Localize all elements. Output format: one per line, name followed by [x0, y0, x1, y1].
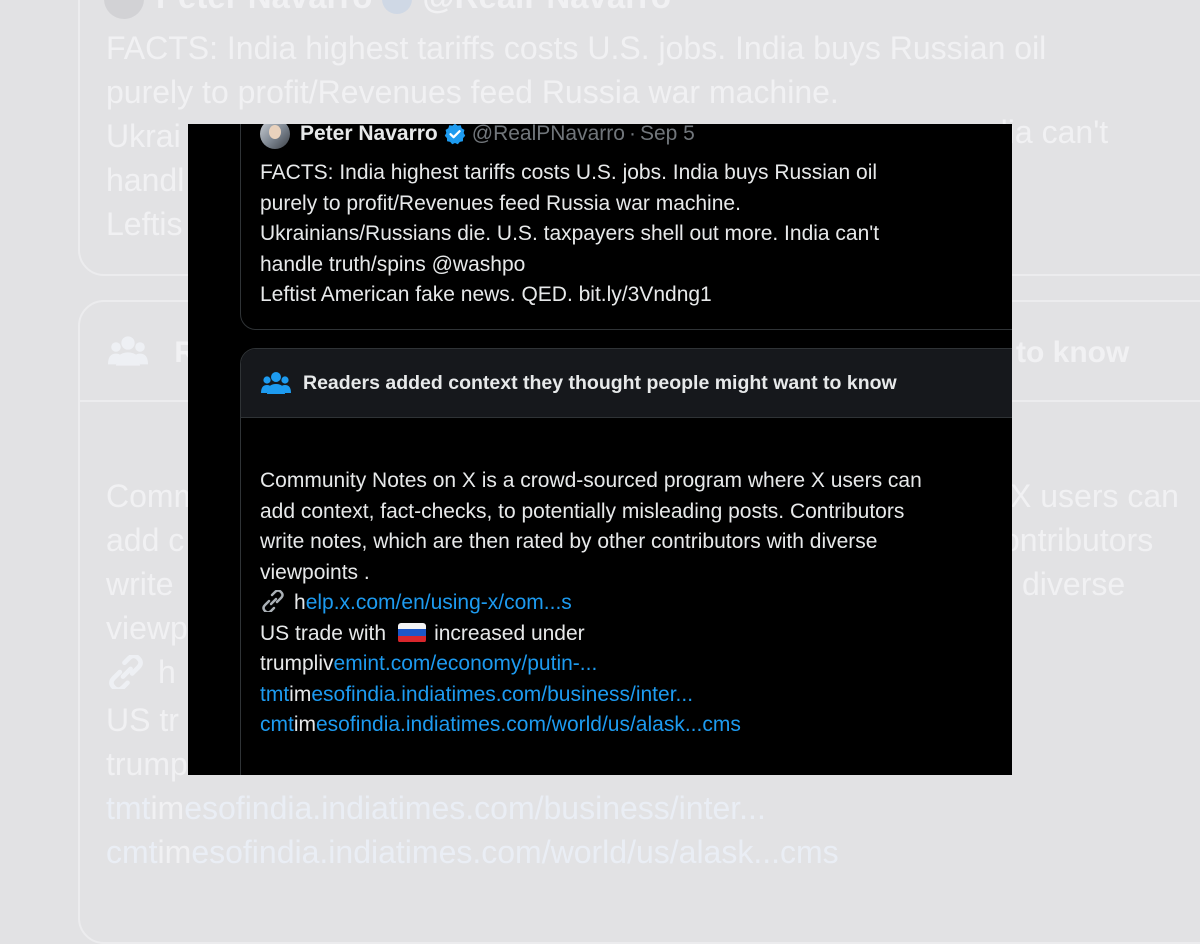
note-line-5-prefix-b: im — [293, 713, 316, 736]
note-line-4-prefix-b: im — [289, 682, 312, 706]
background-avatar — [104, 0, 144, 20]
background-line4-prefix-a: tmt — [106, 790, 151, 826]
link-icon — [262, 590, 284, 612]
background-note-header-end: to know — [1016, 336, 1130, 369]
community-note-text: Community Notes on X is a crowd-sourced … — [260, 469, 922, 584]
background-link-line: h — [106, 650, 176, 694]
post-screenshot: Peter Navarro @RealPNavarro · Sep 5 FACT… — [188, 124, 1012, 775]
background-tweet-header: Peter Navarro @RealPNavarro — [104, 0, 671, 20]
background-note-fragment-3: diverse — [1022, 566, 1126, 602]
background-note-header: R — [108, 334, 196, 370]
note-line-3-prefix: trumpliv — [260, 652, 334, 675]
note-trade-line: US trade with increased under — [260, 619, 1012, 650]
background-trump-line: trump — [106, 746, 188, 782]
note-link-line-4: tmtimesofindia.indiatimes.com/business/i… — [260, 680, 1012, 711]
community-note-title: Readers added context they thought peopl… — [303, 371, 897, 394]
background-handle: @RealPNavarro — [422, 0, 671, 15]
background-line4-prefix-b: im — [150, 790, 185, 826]
note-line-5-prefix-a[interactable]: cmt — [260, 713, 294, 736]
background-link-icon — [109, 653, 143, 692]
author-name[interactable]: Peter Navarro — [300, 124, 438, 146]
header-separator: · — [628, 124, 636, 145]
community-note-body: Community Notes on X is a crowd-sourced … — [260, 466, 1012, 741]
russia-flag-icon — [398, 622, 427, 643]
note-link-line-1: help.x.com/en/using-x/com...s — [260, 588, 1012, 619]
background-line-5: cmtimesofindia.indiatimes.com/world/us/a… — [106, 830, 839, 874]
note-link-line-3: trumplivemint.com/economy/putin-... — [260, 649, 1012, 680]
note-link-5[interactable]: esofindia.indiatimes.com/world/us/alask.… — [316, 713, 741, 736]
avatar[interactable] — [260, 124, 290, 149]
background-verified-icon — [382, 0, 413, 15]
background-people-icon — [108, 336, 174, 369]
note-link-1[interactable]: elp.x.com/en/using-x/com...s — [306, 591, 572, 614]
people-icon — [261, 372, 291, 394]
note-trade-text-after: increased under — [434, 621, 585, 645]
note-link-1-prefix: h — [294, 591, 306, 614]
community-note-header: Readers added context they thought peopl… — [241, 349, 1012, 418]
background-trade-line: US tr — [106, 702, 179, 738]
post-header: Peter Navarro @RealPNavarro · Sep 5 — [260, 124, 695, 149]
background-link-prefix: h — [158, 654, 176, 690]
background-line-4: tmtimesofindia.indiatimes.com/business/i… — [106, 786, 766, 830]
post-text: FACTS: India highest tariffs costs U.S. … — [260, 161, 880, 306]
background-note-fragment-2: ontributors — [1002, 522, 1154, 558]
background-line4-link: esofindia.indiatimes.com/business/inter.… — [184, 790, 766, 826]
background-line5-prefix-a: cmt — [106, 834, 158, 870]
background-line5-prefix-b: im — [157, 834, 192, 870]
note-line-4-prefix-a[interactable]: tmt — [260, 683, 289, 706]
background-line5-link: esofindia.indiatimes.com/world/us/alask.… — [191, 834, 839, 870]
post-date[interactable]: Sep 5 — [640, 124, 695, 146]
note-link-3[interactable]: emint.com/economy/putin-... — [334, 652, 598, 675]
background-author-name: Peter Navarro — [156, 0, 372, 15]
background-note-fragment-1: X users can — [1010, 478, 1179, 514]
note-link-4[interactable]: esofindia.indiatimes.com/business/inter.… — [311, 683, 693, 706]
note-link-line-5: cmtimesofindia.indiatimes.com/world/us/a… — [260, 710, 1012, 741]
author-handle[interactable]: @RealPNavarro — [472, 124, 625, 146]
verified-badge-icon — [444, 124, 465, 145]
note-trade-text-before: US trade with — [260, 621, 387, 645]
